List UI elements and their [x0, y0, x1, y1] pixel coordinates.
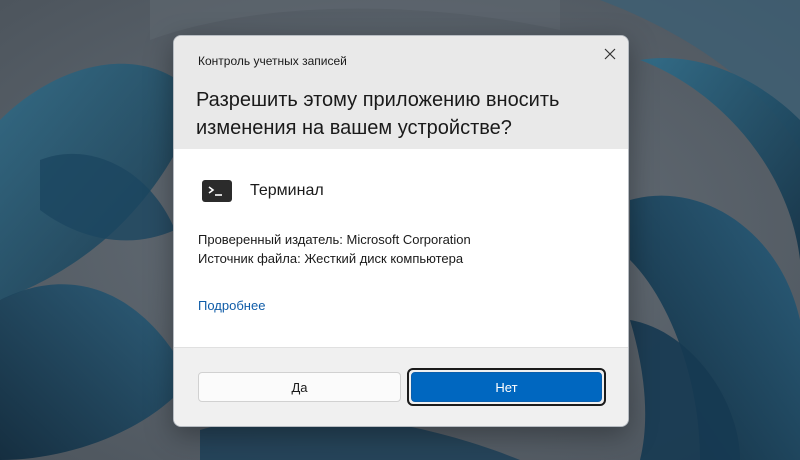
- close-button[interactable]: [599, 43, 621, 65]
- dialog-footer: Да Нет: [174, 347, 628, 426]
- publisher-info: Проверенный издатель: Microsoft Corporat…: [198, 232, 471, 247]
- details-link[interactable]: Подробнее: [198, 298, 265, 313]
- no-button[interactable]: Нет: [411, 372, 602, 402]
- dialog-question: Разрешить этому приложению вносить измен…: [196, 89, 560, 139]
- uac-dialog: Контроль учетных записей Разрешить этому…: [173, 35, 629, 427]
- yes-button[interactable]: Да: [198, 372, 401, 402]
- file-source-info: Источник файла: Жесткий диск компьютера: [198, 251, 464, 266]
- terminal-icon: [202, 180, 232, 202]
- desktop: Контроль учетных записей Разрешить этому…: [0, 0, 800, 460]
- app-name: Терминал: [250, 182, 324, 199]
- close-icon: [604, 48, 616, 60]
- app-row: Терминал: [202, 176, 324, 206]
- dialog-header: Контроль учетных записей Разрешить этому…: [174, 36, 628, 149]
- dialog-caption: Контроль учетных записей: [198, 54, 347, 68]
